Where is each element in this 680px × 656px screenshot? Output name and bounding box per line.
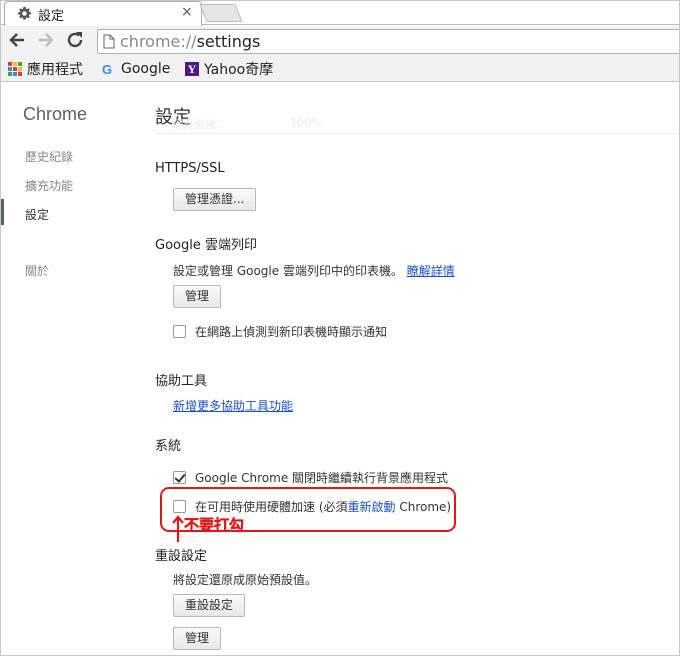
gear-icon xyxy=(18,6,31,20)
yahoo-y-icon: Y xyxy=(185,62,199,76)
printer-notify-checkbox[interactable] xyxy=(173,324,186,338)
cloud-print-manage-button[interactable]: 管理 xyxy=(173,285,222,308)
reset-settings-button[interactable]: 重設設定 xyxy=(173,594,246,617)
bookmark-google[interactable]: G Google xyxy=(102,60,170,78)
back-arrow-icon[interactable] xyxy=(6,29,28,51)
bookmarks-bar: 應用程式 G Google Y Yahoo奇摩 xyxy=(0,57,680,82)
background-apps-label: Google Chrome 關閉時繼續執行背景應用程式 xyxy=(195,470,449,485)
bookmark-label: 應用程式 xyxy=(27,62,83,78)
learn-more-link[interactable]: 瞭解詳情 xyxy=(407,264,455,278)
manage-certificates-button[interactable]: 管理憑證... xyxy=(173,188,257,211)
ghost-zoom-label: 網頁縮放： xyxy=(172,118,227,131)
cloud-print-description: 設定或管理 Google 雲端列印中的印表機。 瞭解詳情 xyxy=(173,262,455,279)
url-path: settings xyxy=(196,32,261,51)
title-divider xyxy=(155,133,680,134)
section-title-cloud-print: Google 雲端列印 xyxy=(155,238,257,253)
section-title-reset: 重設設定 xyxy=(155,549,208,564)
toolbar: chrome://settings xyxy=(0,26,680,57)
url-text: chrome://settings xyxy=(120,32,260,51)
settings-main: 設定 網頁縮放： 100% HTTPS/SSL 管理憑證... Google 雲… xyxy=(0,83,680,656)
printer-notify-row[interactable]: 在網路上偵測到新印表機時顯示通知 xyxy=(173,323,387,339)
add-accessibility-link[interactable]: 新增更多協助工具功能 xyxy=(173,399,293,413)
url-scheme: chrome:// xyxy=(120,32,197,51)
reset-manage-button[interactable]: 管理 xyxy=(173,627,222,650)
background-apps-checkbox[interactable] xyxy=(173,470,186,484)
bookmark-apps[interactable]: 應用程式 xyxy=(8,60,83,78)
ghost-zoom-value: 100% xyxy=(290,116,322,129)
annotation-arrow-icon xyxy=(172,515,184,542)
section-title-system: 系統 xyxy=(155,439,182,454)
reload-icon[interactable] xyxy=(64,29,86,51)
printer-notify-label: 在網路上偵測到新印表機時顯示通知 xyxy=(195,324,388,339)
annotation-text: 不要打勾 xyxy=(184,516,245,534)
google-g-icon: G xyxy=(102,62,113,77)
bookmark-label: Yahoo奇摩 xyxy=(204,62,274,78)
accessibility-link-row: 新增更多協助工具功能 xyxy=(173,397,293,414)
reset-description: 將設定還原成原始預設值。 xyxy=(173,573,318,587)
new-tab-button[interactable] xyxy=(199,4,243,22)
close-tab-button[interactable]: × xyxy=(181,4,193,20)
section-title-accessibility: 協助工具 xyxy=(155,374,208,389)
tab-strip: 設定 × xyxy=(0,0,680,26)
page-icon xyxy=(103,34,115,49)
bookmark-yahoo[interactable]: Y Yahoo奇摩 xyxy=(185,60,273,78)
forward-arrow-icon[interactable] xyxy=(35,29,57,51)
apps-grid-icon xyxy=(8,62,22,76)
tab-title: 設定 xyxy=(38,9,65,24)
address-bar[interactable]: chrome://settings xyxy=(97,29,680,54)
bookmark-label: Google xyxy=(121,61,171,77)
cloud-print-text: 設定或管理 Google 雲端列印中的印表機。 xyxy=(173,264,403,278)
tab-settings[interactable]: 設定 × xyxy=(4,1,202,26)
section-title-https: HTTPS/SSL xyxy=(155,161,225,176)
background-apps-row[interactable]: Google Chrome 關閉時繼續執行背景應用程式 xyxy=(173,469,448,485)
